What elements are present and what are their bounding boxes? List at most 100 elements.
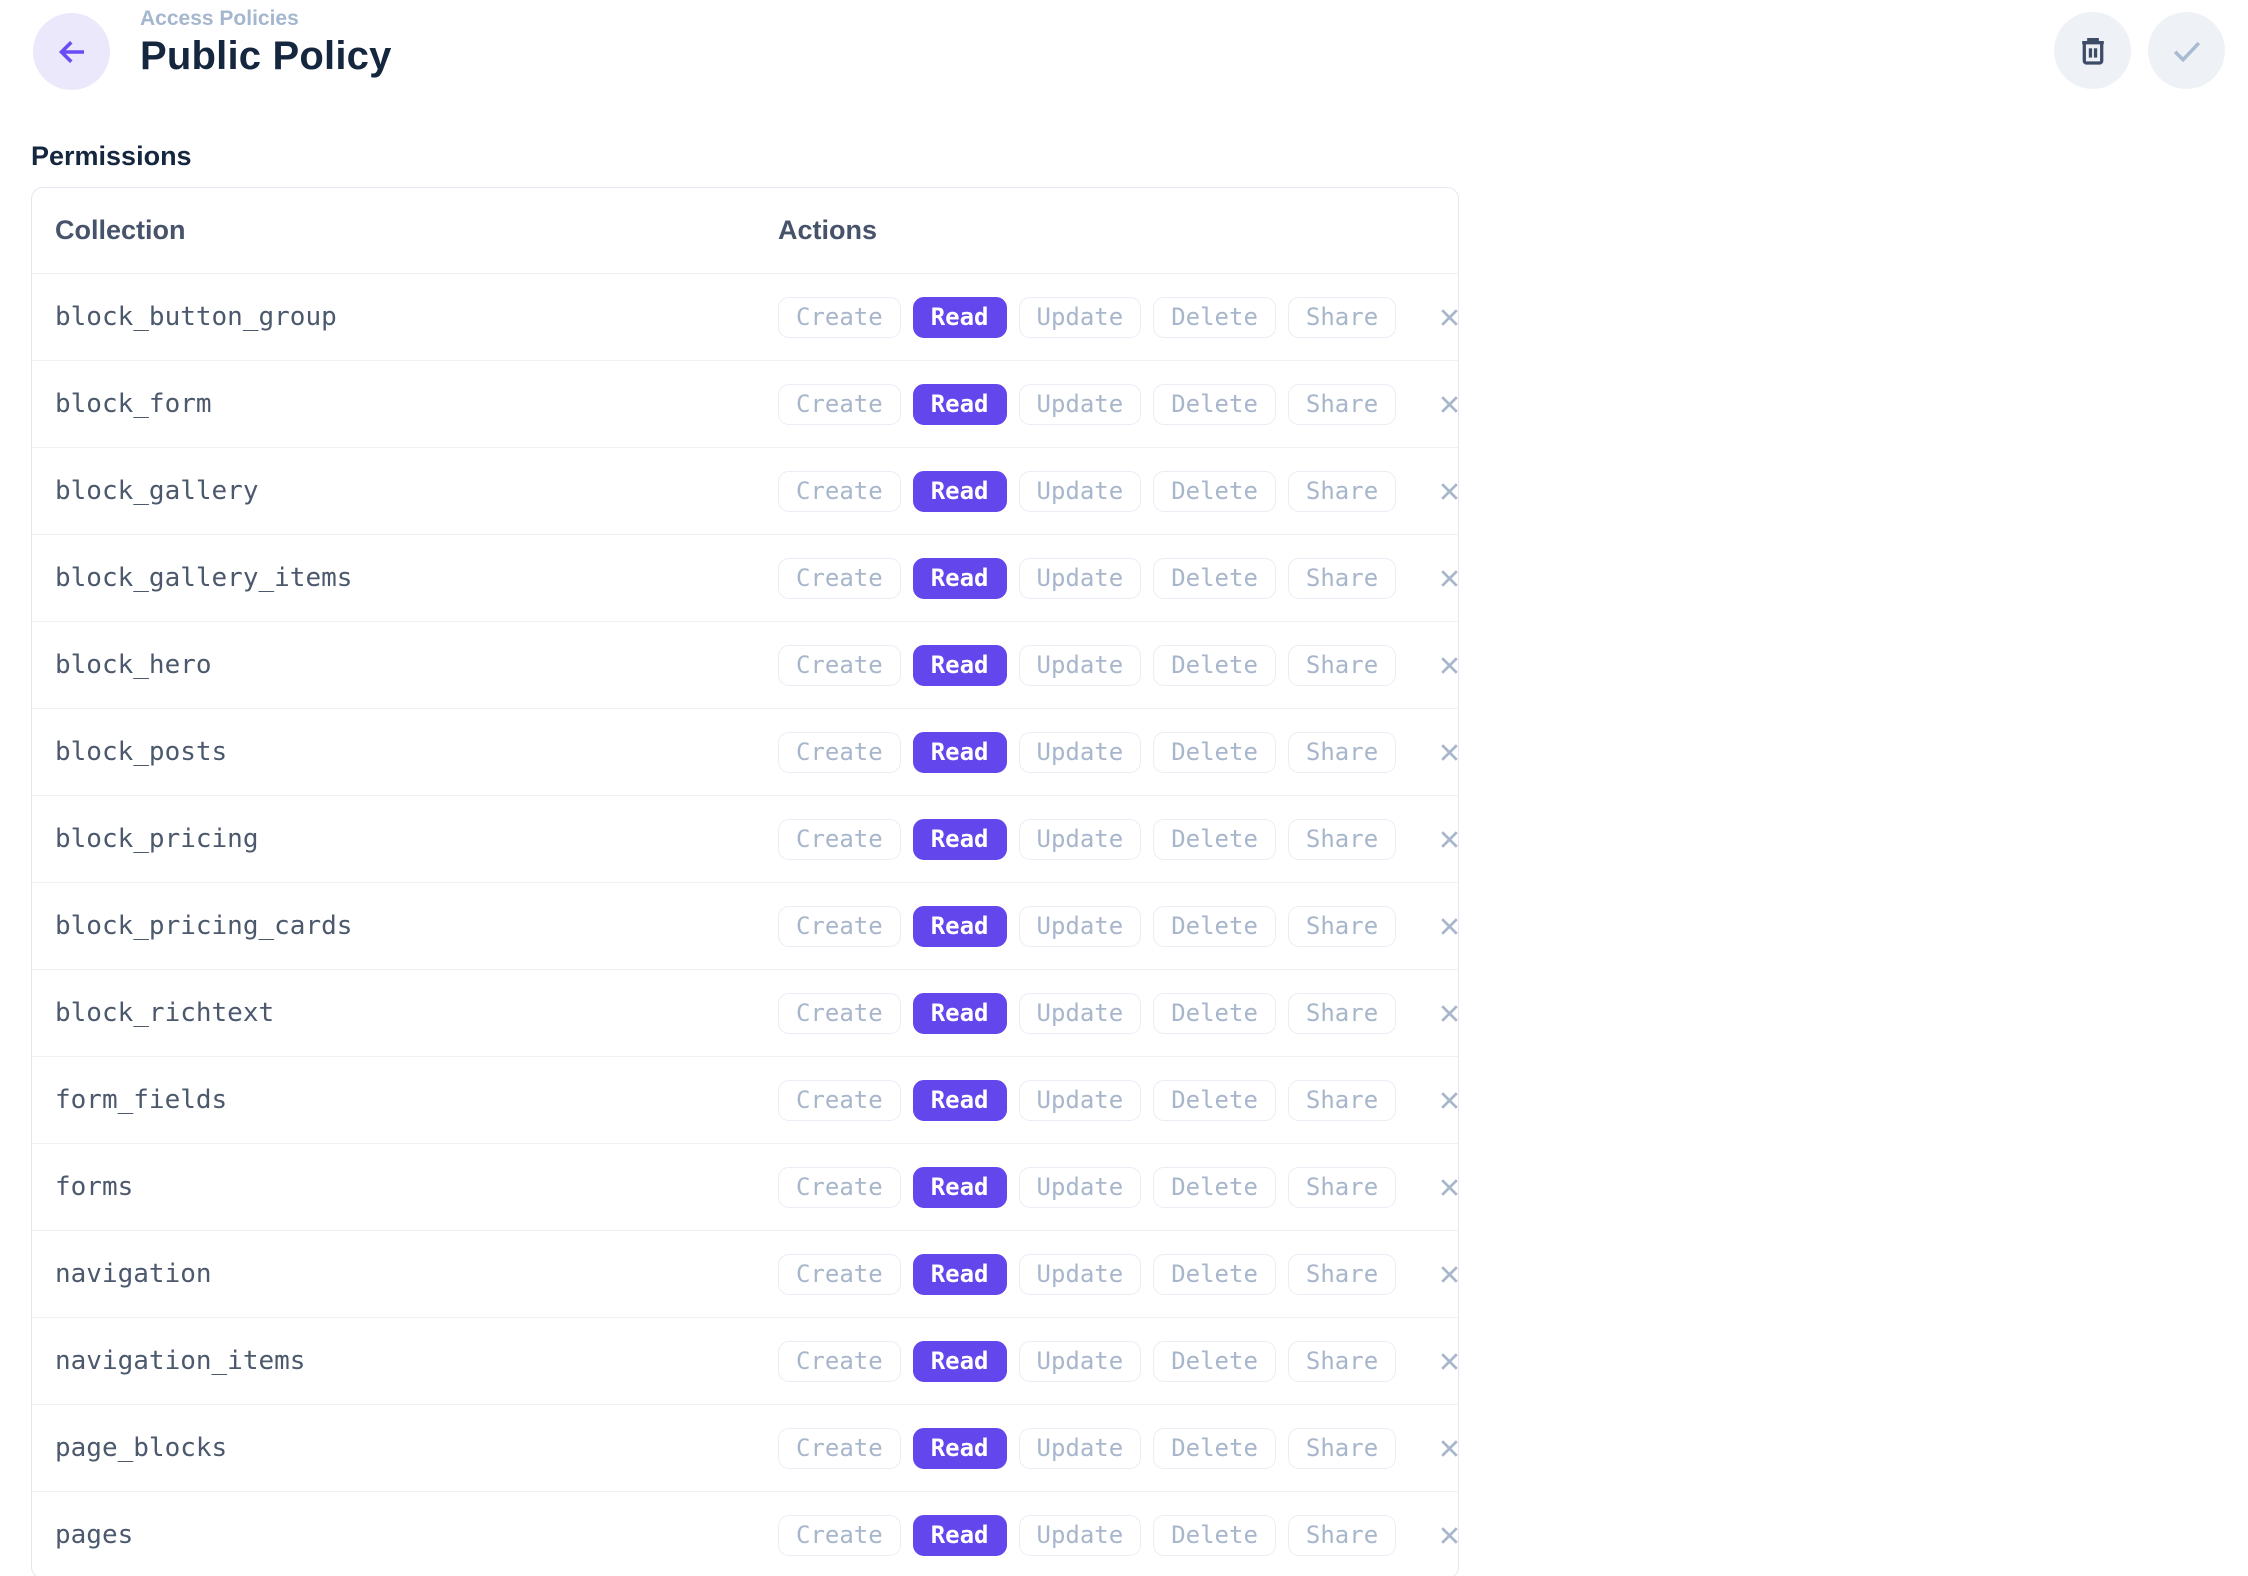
action-chip-delete[interactable]: Delete [1153,1080,1276,1121]
action-chip-share[interactable]: Share [1288,1080,1396,1121]
action-chip-update[interactable]: Update [1019,1515,1142,1556]
remove-permission-button[interactable] [1434,302,1464,332]
action-chip-create[interactable]: Create [778,1080,901,1121]
action-chip-read[interactable]: Read [913,732,1007,773]
action-chip-update[interactable]: Update [1019,1254,1142,1295]
action-chip-create[interactable]: Create [778,819,901,860]
action-chip-share[interactable]: Share [1288,732,1396,773]
action-chip-delete[interactable]: Delete [1153,471,1276,512]
row-actions: Create Read Update Delete Share [778,1254,1458,1295]
action-chip-read[interactable]: Read [913,819,1007,860]
action-chip-delete[interactable]: Delete [1153,1515,1276,1556]
action-chip-update[interactable]: Update [1019,471,1142,512]
action-chip-update[interactable]: Update [1019,906,1142,947]
action-chip-create[interactable]: Create [778,1254,901,1295]
delete-policy-button[interactable] [2054,12,2131,89]
action-chip-delete[interactable]: Delete [1153,558,1276,599]
action-chip-read[interactable]: Read [913,297,1007,338]
action-chip-read[interactable]: Read [913,1080,1007,1121]
action-chip-create[interactable]: Create [778,645,901,686]
action-chip-create[interactable]: Create [778,1167,901,1208]
action-chip-share[interactable]: Share [1288,906,1396,947]
action-chip-create[interactable]: Create [778,906,901,947]
action-chip-share[interactable]: Share [1288,558,1396,599]
table-row: block_button_group CreateReadUpdateDelet… [32,273,1458,360]
action-chip-delete[interactable]: Delete [1153,1167,1276,1208]
action-chip-update[interactable]: Update [1019,1341,1142,1382]
action-chip-create[interactable]: Create [778,297,901,338]
action-chip-share[interactable]: Share [1288,384,1396,425]
action-chip-delete[interactable]: Delete [1153,645,1276,686]
remove-permission-button[interactable] [1434,1259,1464,1289]
remove-permission-button[interactable] [1434,563,1464,593]
remove-permission-button[interactable] [1434,737,1464,767]
action-chip-read[interactable]: Read [913,471,1007,512]
action-chip-share[interactable]: Share [1288,1428,1396,1469]
action-chip-read[interactable]: Read [913,906,1007,947]
remove-permission-button[interactable] [1434,1346,1464,1376]
action-chip-create[interactable]: Create [778,384,901,425]
action-chip-update[interactable]: Update [1019,297,1142,338]
action-chip-read[interactable]: Read [913,1428,1007,1469]
action-chip-update[interactable]: Update [1019,645,1142,686]
action-chip-share[interactable]: Share [1288,645,1396,686]
remove-permission-button[interactable] [1434,650,1464,680]
remove-permission-button[interactable] [1434,476,1464,506]
action-chip-update[interactable]: Update [1019,1428,1142,1469]
action-chip-delete[interactable]: Delete [1153,732,1276,773]
action-chip-read[interactable]: Read [913,1341,1007,1382]
action-chip-update[interactable]: Update [1019,558,1142,599]
remove-permission-button[interactable] [1434,1172,1464,1202]
action-chip-share[interactable]: Share [1288,297,1396,338]
action-chip-update[interactable]: Update [1019,1167,1142,1208]
action-chip-delete[interactable]: Delete [1153,993,1276,1034]
action-chip-update[interactable]: Update [1019,1080,1142,1121]
action-chip-share[interactable]: Share [1288,1254,1396,1295]
action-chip-read[interactable]: Read [913,645,1007,686]
row-actions: Create Read Update Delete Share [778,1515,1458,1556]
action-chip-update[interactable]: Update [1019,384,1142,425]
action-chip-read[interactable]: Read [913,384,1007,425]
remove-permission-button[interactable] [1434,389,1464,419]
action-chip-read[interactable]: Read [913,993,1007,1034]
action-chip-share[interactable]: Share [1288,1341,1396,1382]
action-chip-update[interactable]: Update [1019,732,1142,773]
action-chip-create[interactable]: Create [778,1428,901,1469]
remove-permission-button[interactable] [1434,1520,1464,1550]
action-chip-read[interactable]: Read [913,1167,1007,1208]
action-chip-read[interactable]: Read [913,1515,1007,1556]
remove-permission-button[interactable] [1434,1085,1464,1115]
action-chip-share[interactable]: Share [1288,993,1396,1034]
action-chip-read[interactable]: Read [913,1254,1007,1295]
action-chip-delete[interactable]: Delete [1153,297,1276,338]
close-icon [1436,1435,1463,1462]
action-chip-create[interactable]: Create [778,1515,901,1556]
action-chip-create[interactable]: Create [778,993,901,1034]
remove-permission-button[interactable] [1434,998,1464,1028]
action-chip-delete[interactable]: Delete [1153,1254,1276,1295]
action-chip-share[interactable]: Share [1288,819,1396,860]
action-chip-create[interactable]: Create [778,471,901,512]
collection-name: navigation_items [55,1346,778,1376]
action-chip-share[interactable]: Share [1288,471,1396,512]
action-chip-share[interactable]: Share [1288,1515,1396,1556]
action-chip-create[interactable]: Create [778,1341,901,1382]
action-chip-read[interactable]: Read [913,558,1007,599]
action-chip-create[interactable]: Create [778,558,901,599]
action-chip-delete[interactable]: Delete [1153,1341,1276,1382]
back-button[interactable] [33,13,110,90]
action-chip-update[interactable]: Update [1019,993,1142,1034]
remove-permission-button[interactable] [1434,1433,1464,1463]
row-actions: Create Read Update Delete Share [778,1080,1458,1121]
collection-name: block_hero [55,650,778,680]
remove-permission-button[interactable] [1434,911,1464,941]
action-chip-delete[interactable]: Delete [1153,384,1276,425]
save-policy-button[interactable] [2148,12,2225,89]
action-chip-create[interactable]: Create [778,732,901,773]
action-chip-delete[interactable]: Delete [1153,906,1276,947]
remove-permission-button[interactable] [1434,824,1464,854]
action-chip-share[interactable]: Share [1288,1167,1396,1208]
action-chip-delete[interactable]: Delete [1153,1428,1276,1469]
action-chip-update[interactable]: Update [1019,819,1142,860]
action-chip-delete[interactable]: Delete [1153,819,1276,860]
